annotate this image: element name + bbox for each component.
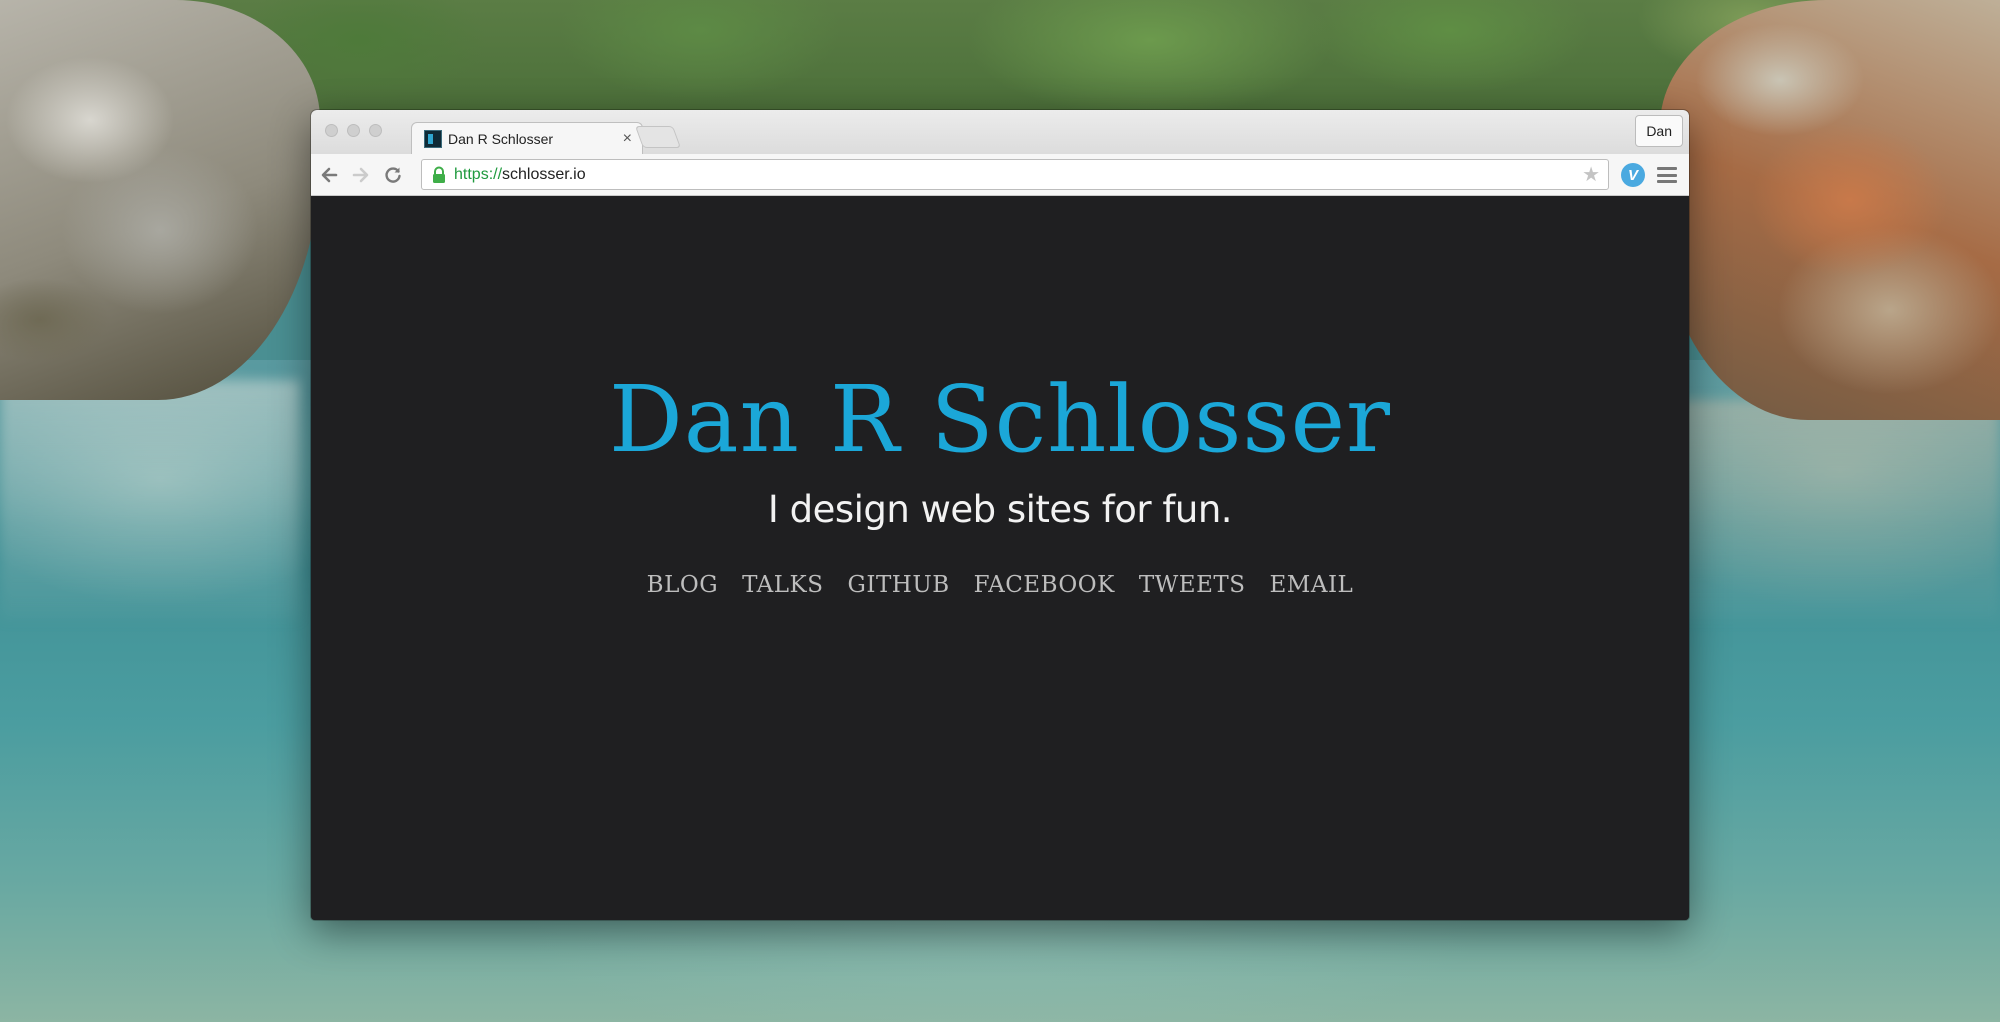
wallpaper-reflection-right [1670, 400, 2000, 620]
url-text: https://schlosser.io [454, 166, 1582, 184]
browser-window: Dan R Schlosser × Dan https://schlosser.… [311, 110, 1689, 920]
site-nav: BLOG TALKS GITHUB FACEBOOK TWEETS EMAIL [311, 572, 1689, 598]
reload-button[interactable] [379, 161, 407, 189]
wallpaper-cliff-left [0, 0, 320, 400]
hamburger-menu-icon[interactable] [1657, 167, 1677, 183]
minimize-window-button[interactable] [347, 124, 360, 137]
favicon-icon [424, 129, 442, 148]
close-window-button[interactable] [325, 124, 338, 137]
nav-link-tweets[interactable]: TWEETS [1139, 572, 1246, 598]
url-host: schlosser.io [502, 165, 586, 183]
reload-icon [385, 166, 401, 183]
tab-strip: Dan R Schlosser × Dan [311, 110, 1689, 154]
back-button[interactable] [315, 161, 343, 189]
maximize-window-button[interactable] [369, 124, 382, 137]
nav-link-talks[interactable]: TALKS [742, 572, 823, 598]
wallpaper-cliff-right [1660, 0, 2000, 420]
nav-link-email[interactable]: EMAIL [1270, 572, 1354, 598]
new-tab-button[interactable] [634, 126, 682, 148]
extension-icon[interactable]: V [1621, 163, 1645, 187]
nav-link-blog[interactable]: BLOG [647, 572, 718, 598]
nav-link-github[interactable]: GITHUB [847, 572, 949, 598]
forward-button[interactable] [347, 161, 375, 189]
forward-arrow-icon [352, 167, 369, 182]
address-bar[interactable]: https://schlosser.io ★ [421, 159, 1609, 190]
lock-icon [433, 166, 445, 183]
profile-button[interactable]: Dan [1635, 115, 1683, 147]
back-arrow-icon [321, 167, 338, 182]
url-scheme: https:// [454, 165, 503, 183]
nav-link-facebook[interactable]: FACEBOOK [974, 572, 1115, 598]
site-title: Dan R Schlosser [608, 366, 1392, 473]
tab-title: Dan R Schlosser [448, 130, 554, 147]
wallpaper-reflection-left [0, 380, 300, 620]
tab-close-icon[interactable]: × [623, 130, 632, 147]
star-icon[interactable]: ★ [1582, 162, 1600, 187]
browser-tab[interactable]: Dan R Schlosser × [411, 122, 643, 154]
site-tagline: I design web sites for fun. [767, 488, 1233, 531]
window-controls [325, 124, 382, 137]
browser-toolbar: https://schlosser.io ★ V [311, 154, 1689, 196]
web-page: Dan R Schlosser I design web sites for f… [311, 196, 1689, 920]
